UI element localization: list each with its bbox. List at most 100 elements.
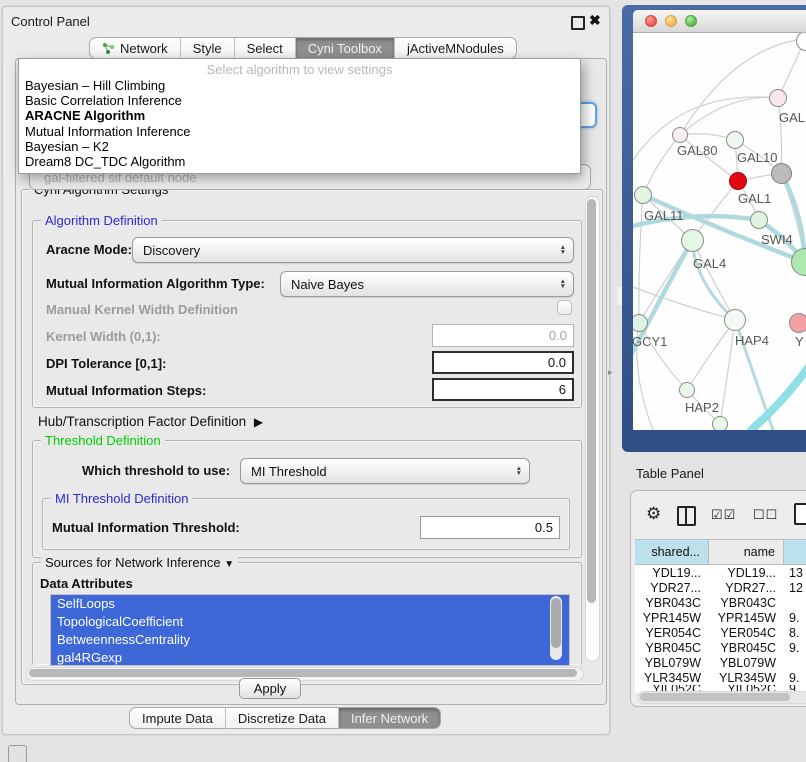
network-canvas[interactable]: GAL80 GAL10 GAL GAL1 GAL11 SWI4 GAL4 GCY…: [633, 33, 806, 430]
tab-label: jActiveMNodules: [407, 41, 504, 56]
tab-cyni-toolbox[interactable]: Cyni Toolbox: [296, 37, 395, 59]
network-view-window[interactable]: GAL80 GAL10 GAL GAL1 GAL11 SWI4 GAL4 GCY…: [622, 5, 806, 452]
node-label: GAL80: [677, 143, 717, 158]
column-header-extra[interactable]: [784, 540, 806, 564]
float-window-icon[interactable]: [571, 16, 585, 30]
cell: 13: [784, 566, 806, 580]
aracne-mode-combobox[interactable]: Discovery ▲▼: [132, 237, 574, 263]
select-all-columns-icon[interactable]: ☑☑: [711, 507, 736, 523]
export-table-icon[interactable]: [794, 503, 806, 525]
table-row[interactable]: YPR145WYPR145W9.: [635, 610, 806, 625]
dpi-tolerance-input[interactable]: 0.0: [432, 351, 574, 374]
cell: YLR345W: [709, 671, 784, 685]
attribute-item[interactable]: BetweennessCentrality: [51, 631, 569, 649]
manual-kernel-width-checkbox[interactable]: [557, 300, 572, 315]
node-label: GAL4: [693, 256, 726, 271]
table-row[interactable]: YBR045CYBR045C9.: [635, 640, 806, 655]
network-node-selected[interactable]: [729, 172, 747, 190]
table-hscroll-thumb[interactable]: [640, 693, 790, 701]
tab-label: Select: [247, 41, 283, 56]
table-row[interactable]: YER054CYER054C8.: [635, 625, 806, 640]
kernel-width-input[interactable]: 0.0: [432, 324, 574, 347]
node-label: HAP4: [735, 333, 769, 348]
column-header-name[interactable]: name: [709, 540, 784, 564]
cell: YDR27...: [709, 581, 784, 595]
which-threshold-combobox[interactable]: MI Threshold ▲▼: [240, 458, 530, 484]
attribute-item[interactable]: SelfLoops: [51, 595, 569, 613]
tab-impute-data[interactable]: Impute Data: [129, 707, 226, 729]
tab-label: Network: [120, 41, 168, 56]
tab-jactivemnodules[interactable]: jActiveMNodules: [395, 37, 517, 59]
corner-gripper-icon[interactable]: [8, 745, 27, 762]
bottom-tabs: Impute Data Discretize Data Infer Networ…: [129, 707, 441, 729]
deselect-all-columns-icon[interactable]: ☐☐: [753, 507, 778, 523]
table-row[interactable]: YBR043CYBR043C: [635, 595, 806, 610]
mi-steps-input[interactable]: 6: [432, 378, 574, 401]
network-node[interactable]: [634, 186, 652, 204]
settings-hscroll-thumb[interactable]: [29, 669, 577, 677]
mi-algorithm-type-combobox[interactable]: Naive Bayes ▲▼: [280, 271, 574, 297]
tab-select[interactable]: Select: [235, 37, 296, 59]
tab-network[interactable]: Network: [89, 37, 181, 59]
algorithm-option[interactable]: Dream8 DC_TDC Algorithm: [25, 154, 574, 169]
algorithm-option[interactable]: Mutual Information Inference: [25, 124, 574, 139]
tab-infer-network[interactable]: Infer Network: [339, 707, 441, 729]
tab-style[interactable]: Style: [181, 37, 235, 59]
table-row[interactable]: YLR345WYLR345W9.: [635, 670, 806, 685]
network-titlebar[interactable]: [633, 10, 806, 33]
node-label: GAL: [779, 110, 805, 125]
cell: YBR045C: [635, 641, 709, 655]
column-header-shared-name[interactable]: shared...: [635, 540, 709, 564]
tab-discretize-data[interactable]: Discretize Data: [226, 707, 339, 729]
algorithm-option[interactable]: Bayesian – Hill Climbing: [25, 78, 574, 93]
algorithm-option-selected[interactable]: ARACNE Algorithm: [25, 108, 574, 123]
network-node[interactable]: [679, 382, 695, 398]
settings-horizontal-scrollbar[interactable]: [26, 667, 584, 681]
combo-value: Naive Bayes: [291, 277, 364, 292]
node-label: GCY1: [633, 334, 667, 349]
network-node[interactable]: [672, 127, 688, 143]
data-attributes-list[interactable]: SelfLoops TopologicalCoefficient Between…: [50, 594, 570, 666]
network-node[interactable]: [712, 416, 728, 430]
table-horizontal-scrollbar[interactable]: [637, 691, 806, 704]
close-icon[interactable]: ✖: [589, 12, 601, 29]
table-row[interactable]: YBL079WYBL079W: [635, 655, 806, 670]
table-row[interactable]: YDR27...YDR27...12: [635, 580, 806, 595]
data-attributes-label: Data Attributes: [40, 576, 133, 591]
settings-vscroll-thumb[interactable]: [587, 199, 596, 603]
table-row[interactable]: YDL19...YDL19...13: [635, 565, 806, 580]
settings-vertical-scrollbar[interactable]: [585, 196, 600, 662]
splitter-handle[interactable]: ▸: [608, 367, 613, 378]
hub-definition-toggle[interactable]: Hub/Transcription Factor Definition ▶: [38, 414, 259, 429]
cell: YBL079W: [709, 656, 784, 670]
network-node[interactable]: [726, 131, 744, 149]
attribute-item[interactable]: gal4RGexp: [51, 649, 569, 666]
split-columns-icon[interactable]: [677, 506, 696, 526]
minimize-traffic-light[interactable]: [665, 15, 677, 27]
list-scrollbar-thumb[interactable]: [551, 598, 561, 648]
network-node[interactable]: [771, 163, 792, 184]
control-panel-tabs: Network Style Select Cyni Toolbox jActiv…: [89, 37, 517, 59]
network-node[interactable]: [789, 313, 806, 333]
node-table: shared... name YDL19...YDL19...13 YDR27.…: [635, 539, 806, 693]
zoom-traffic-light[interactable]: [685, 15, 697, 27]
cell: 12: [784, 581, 806, 595]
network-node[interactable]: [750, 211, 768, 229]
gear-icon[interactable]: ⚙: [646, 504, 661, 524]
network-node[interactable]: [681, 229, 704, 252]
split-divider: [685, 508, 687, 524]
algorithm-option[interactable]: Basic Correlation Inference: [25, 93, 574, 108]
group-title: Threshold Definition: [41, 433, 165, 448]
close-traffic-light[interactable]: [645, 15, 657, 27]
tab-label: Style: [193, 41, 222, 56]
apply-button[interactable]: Apply: [239, 678, 301, 699]
dpi-tolerance-label: DPI Tolerance [0,1]:: [46, 356, 166, 371]
cyni-algorithm-settings-group: Cyni Algorithm Settings Algorithm Defini…: [21, 189, 603, 685]
attribute-item[interactable]: TopologicalCoefficient: [51, 613, 569, 631]
network-node[interactable]: [724, 309, 746, 331]
algorithm-option[interactable]: Bayesian – K2: [25, 139, 574, 154]
network-node[interactable]: [769, 89, 787, 107]
cell: YDL19...: [709, 566, 784, 580]
mi-threshold-input[interactable]: 0.5: [420, 516, 560, 539]
list-scrollbar[interactable]: [550, 596, 562, 660]
